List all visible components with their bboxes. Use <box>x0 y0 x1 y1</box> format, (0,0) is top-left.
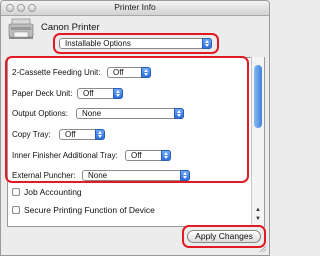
secure-printing-label: Secure Printing Function of Device <box>24 205 155 215</box>
job-accounting-checkbox[interactable] <box>12 188 20 196</box>
printer-icon <box>8 18 34 39</box>
printer-name: Canon Printer <box>41 22 100 33</box>
window-title: Printer Info <box>114 2 156 12</box>
resize-grip-icon[interactable] <box>259 245 267 253</box>
category-highlight <box>53 33 219 54</box>
apply-highlight <box>182 225 266 248</box>
job-accounting-label: Job Accounting <box>24 187 82 197</box>
printer-info-window: Printer Info Canon Printer Installable O… <box>0 0 270 256</box>
scroll-down-arrow-icon[interactable]: ▼ <box>255 216 261 222</box>
scroll-up-arrow-icon[interactable]: ▲ <box>255 207 261 213</box>
options-scrollbar[interactable]: ▲ ▼ <box>251 57 264 227</box>
title-bar: Printer Info <box>1 1 269 16</box>
secure-printing-checkbox[interactable] <box>12 206 20 214</box>
options-highlight <box>5 56 249 183</box>
scrollbar-thumb[interactable] <box>254 65 262 128</box>
